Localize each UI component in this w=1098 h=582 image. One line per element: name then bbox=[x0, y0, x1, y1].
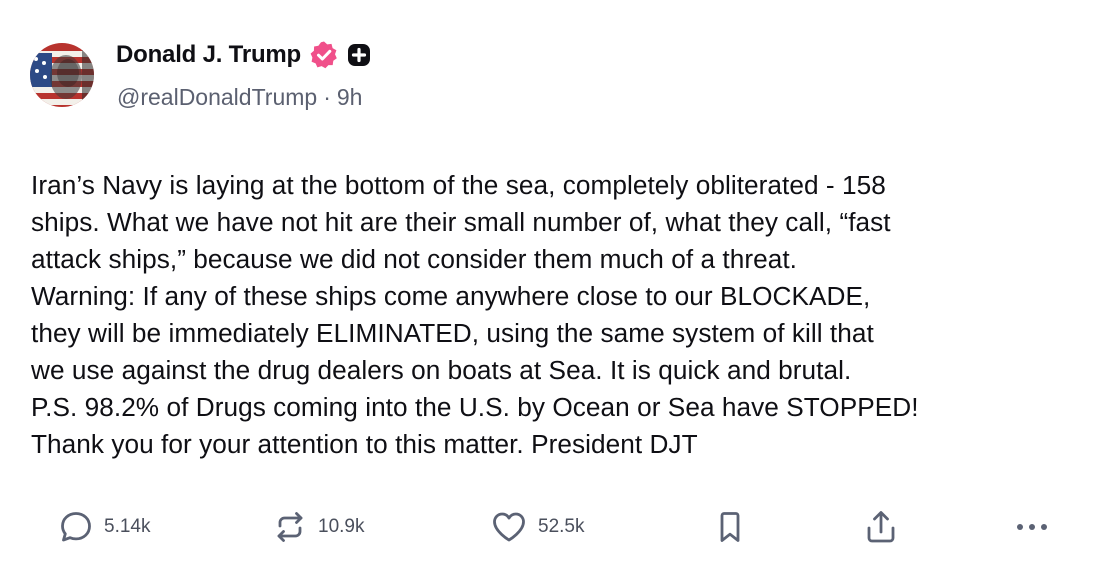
action-bar: 5.14k 10.9k 52.5k bbox=[0, 504, 1098, 550]
more-dots-icon bbox=[1012, 509, 1052, 545]
post-timestamp[interactable]: 9h bbox=[337, 84, 363, 111]
share-button[interactable] bbox=[862, 504, 900, 550]
comment-icon bbox=[58, 509, 94, 545]
plus-badge-icon bbox=[347, 43, 371, 67]
author-name-row: Donald J. Trump bbox=[116, 38, 371, 72]
reply-count: 5.14k bbox=[104, 516, 151, 537]
repost-count: 10.9k bbox=[318, 516, 365, 537]
reply-button[interactable]: 5.14k bbox=[58, 504, 150, 550]
like-button[interactable]: 52.5k bbox=[490, 504, 584, 550]
repost-button[interactable]: 10.9k bbox=[272, 504, 364, 550]
avatar[interactable] bbox=[30, 43, 94, 107]
author-meta: @realDonaldTrump · 9h bbox=[117, 84, 362, 111]
bookmark-button[interactable] bbox=[712, 504, 748, 550]
more-options-button[interactable] bbox=[1012, 504, 1052, 550]
heart-icon bbox=[490, 509, 528, 545]
verified-badge-icon bbox=[309, 40, 339, 70]
meta-separator: · bbox=[323, 84, 331, 110]
post-body: Iran’s Navy is laying at the bottom of t… bbox=[31, 170, 919, 459]
author-handle[interactable]: @realDonaldTrump bbox=[117, 84, 317, 111]
repost-icon bbox=[272, 509, 308, 545]
post-card: Donald J. Trump @realDonaldTrump · 9h Ir… bbox=[0, 0, 1098, 582]
author-display-name[interactable]: Donald J. Trump bbox=[116, 41, 301, 69]
share-icon bbox=[862, 508, 900, 546]
like-count: 52.5k bbox=[538, 516, 585, 537]
bookmark-icon bbox=[712, 509, 748, 545]
